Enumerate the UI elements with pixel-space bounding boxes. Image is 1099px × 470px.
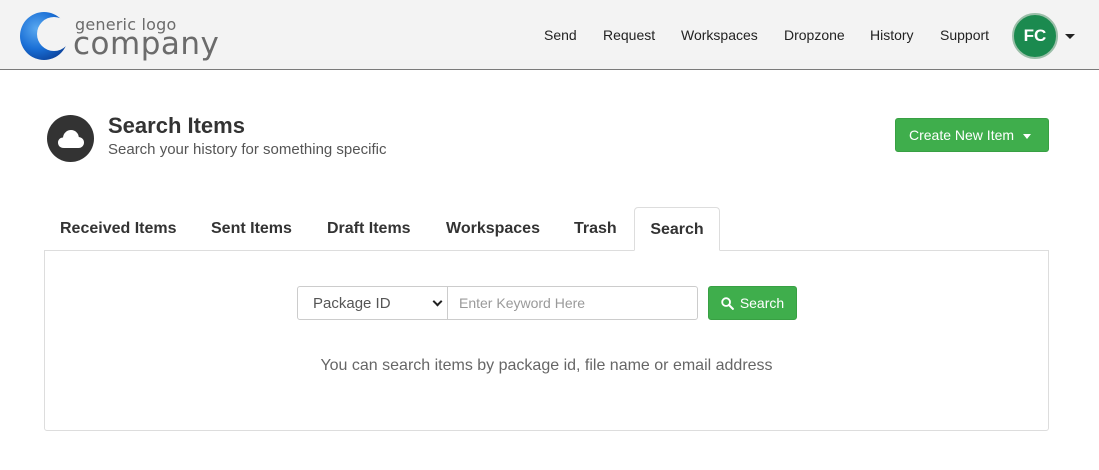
user-avatar[interactable]: FC <box>1012 13 1058 59</box>
page-subtitle: Search your history for something specif… <box>108 141 387 158</box>
page-title: Search Items <box>108 113 245 138</box>
nav-history[interactable]: History <box>870 27 914 43</box>
search-button-label: Search <box>739 295 785 311</box>
user-initials: FC <box>1023 26 1047 45</box>
search-hint-text: You can search items by package id, file… <box>320 357 773 374</box>
tab-sent-items[interactable]: Sent Items <box>211 207 292 251</box>
top-header: generic logo company Send Request Worksp… <box>0 0 1099 70</box>
cloud-icon <box>57 129 84 148</box>
tab-trash[interactable]: Trash <box>574 207 617 251</box>
company-logo[interactable]: generic logo company <box>20 10 240 62</box>
chevron-down-icon <box>432 296 443 307</box>
nav-dropzone[interactable]: Dropzone <box>784 27 845 43</box>
caret-down-icon <box>1023 134 1031 139</box>
page-icon-badge <box>47 115 94 162</box>
create-new-item-button[interactable]: Create New Item <box>895 118 1049 152</box>
nav-workspaces[interactable]: Workspaces <box>681 27 758 43</box>
tab-draft-items[interactable]: Draft Items <box>327 207 411 251</box>
search-icon <box>721 296 734 310</box>
tab-workspaces[interactable]: Workspaces <box>446 207 540 251</box>
search-panel <box>44 250 1049 431</box>
user-menu-caret-icon[interactable] <box>1065 34 1075 39</box>
nav-send[interactable]: Send <box>544 27 577 43</box>
search-field-selected: Package ID <box>313 294 391 312</box>
nav-support[interactable]: Support <box>940 27 989 43</box>
nav-request[interactable]: Request <box>603 27 655 43</box>
keyword-input[interactable] <box>447 286 698 320</box>
search-button[interactable]: Search <box>708 286 797 320</box>
search-field-select[interactable]: Package ID <box>297 286 448 320</box>
tab-search[interactable]: Search <box>634 207 720 251</box>
tab-received-items[interactable]: Received Items <box>60 207 177 251</box>
logo-wordmark: company <box>73 26 220 62</box>
create-new-item-label: Create New Item <box>909 127 1015 143</box>
logo-circle-icon <box>20 12 71 60</box>
